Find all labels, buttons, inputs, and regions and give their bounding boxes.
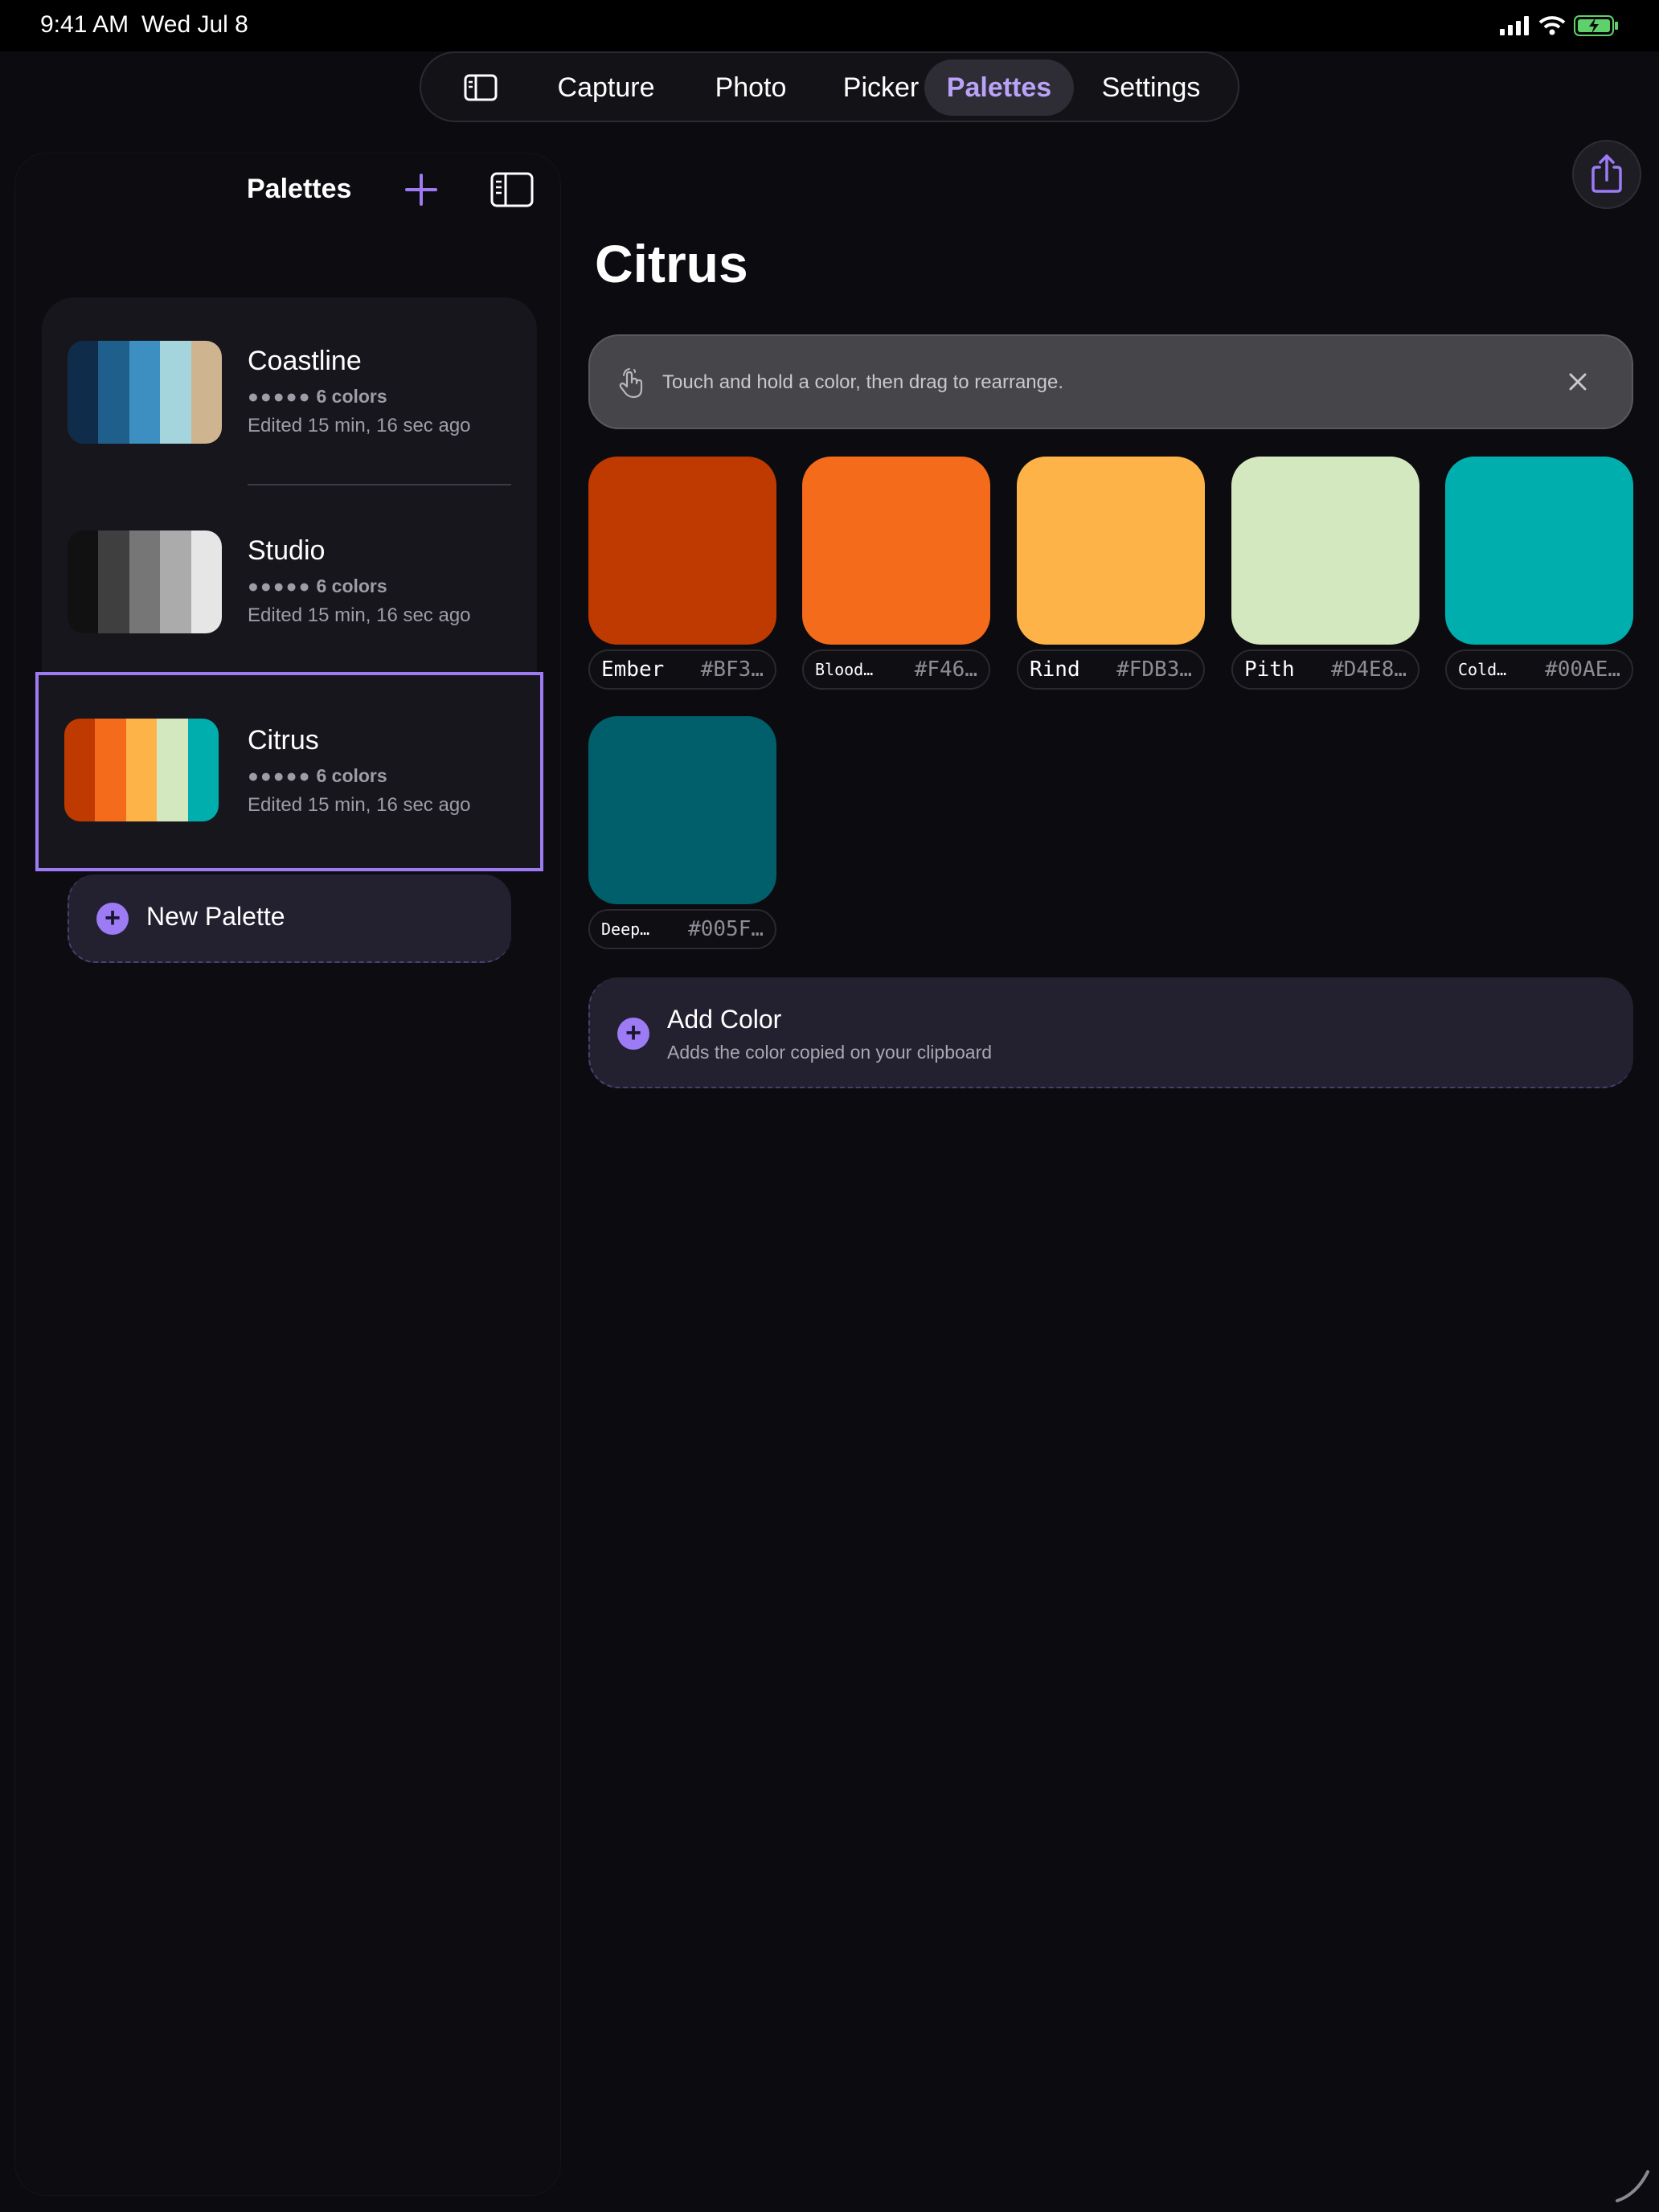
tab-sidebar-toggle[interactable] [440,59,521,116]
palette-thumbnail [64,719,219,821]
swatch-label: Rind #FDB3… [1017,649,1205,690]
swatch-hex: #F46… [914,657,977,682]
swatch-label: Deep… #005F… [588,909,776,949]
add-color-subtitle: Adds the color copied on your clipboard [667,1042,993,1063]
color-swatch[interactable]: Blood… #F46… [802,457,990,690]
palette-edited-time: Edited 15 min, 16 sec ago [248,415,471,436]
swatch-name: Cold… [1458,660,1507,679]
palette-item-citrus[interactable]: Citrus ●●●●● 6 colors Edited 15 min, 16 s… [35,672,543,871]
tab-capture[interactable]: Capture [534,59,678,116]
swatch-hex: #005F… [688,917,764,941]
add-palette-button[interactable] [403,172,439,207]
status-time: 9:41 AM [40,11,129,38]
share-button[interactable] [1572,140,1641,209]
swatch-hex: #BF3… [700,657,764,682]
sidebar-title: Palettes [247,174,352,204]
swatch-name: Blood… [815,660,874,679]
swatch-label: Ember #BF3… [588,649,776,690]
palette-count: ●●●●● 6 colors [248,386,387,407]
top-tab-bar: Capture Photo Picker Palettes Settings [420,51,1239,122]
palette-name: Studio [248,535,326,566]
wifi-icon [1538,16,1566,35]
status-icons [1500,14,1619,37]
color-swatch[interactable]: Cold… #00AE… [1445,457,1633,690]
status-bar [0,0,1659,51]
swatch-color [588,716,776,904]
palette-name: Coastline [248,346,362,376]
battery-charging-icon [1574,15,1618,36]
color-swatch[interactable]: Deep… #005F… [588,716,776,949]
sidebar-icon [464,74,498,101]
swatch-name: Rind [1030,657,1080,682]
resize-handle-icon[interactable] [1612,2165,1651,2204]
swatch-hex: #D4E8… [1331,657,1407,682]
sidebar-icon [490,172,534,207]
share-icon [1591,154,1622,193]
palette-item-studio[interactable]: Studio ●●●●● 6 colors Edited 15 min, 16 s… [42,487,537,677]
tab-settings[interactable]: Settings [1079,59,1223,116]
palette-thumbnail [68,341,222,444]
swatch-hex: #FDB3… [1116,657,1192,682]
color-swatch[interactable]: Pith #D4E8… [1231,457,1419,690]
plus-icon [405,174,437,206]
swatch-color [1445,457,1633,645]
plus-circle-icon: + [617,1018,649,1050]
list-divider [248,484,511,485]
palette-count: ●●●●● 6 colors [248,765,387,786]
plus-circle-icon: + [96,903,129,935]
tab-palettes[interactable]: Palettes [924,59,1074,116]
swatch-label: Blood… #F46… [802,649,990,690]
swatch-name: Pith [1244,657,1295,682]
swatch-name: Deep… [601,920,650,939]
palette-edited-time: Edited 15 min, 16 sec ago [248,794,471,816]
tab-photo[interactable]: Photo [686,59,815,116]
color-swatch[interactable]: Rind #FDB3… [1017,457,1205,690]
swatch-color [802,457,990,645]
swatch-name: Ember [601,657,665,682]
swatch-label: Pith #D4E8… [1231,649,1419,690]
color-swatch[interactable]: Ember #BF3… [588,457,776,690]
palette-item-coastline[interactable]: Coastline ●●●●● 6 colors Edited 15 min, 1… [42,297,537,487]
new-palette-label: New Palette [146,902,285,931]
swatch-label: Cold… #00AE… [1445,649,1633,690]
rearrange-hint-banner: Touch and hold a color, then drag to rea… [588,334,1633,429]
status-date: Wed Jul 8 [141,11,248,38]
swatch-color [588,457,776,645]
swatch-color [1231,457,1419,645]
add-color-button[interactable]: + Add Color Adds the color copied on you… [588,977,1633,1088]
swatch-hex: #00AE… [1545,657,1620,682]
swatch-color [1017,457,1205,645]
palette-count: ●●●●● 6 colors [248,576,387,596]
hand-tap-icon [619,368,643,399]
cellular-signal-icon [1500,16,1529,35]
sidebar-toggle-button[interactable] [490,172,534,207]
hint-text: Touch and hold a color, then drag to rea… [662,371,1064,393]
palette-edited-time: Edited 15 min, 16 sec ago [248,604,471,626]
add-color-title: Add Color [667,1005,782,1034]
new-palette-button[interactable]: + New Palette [68,875,511,963]
palette-name: Citrus [248,725,319,756]
close-icon[interactable] [1566,370,1590,394]
palette-thumbnail [68,530,222,633]
palette-title: Citrus [595,234,748,293]
